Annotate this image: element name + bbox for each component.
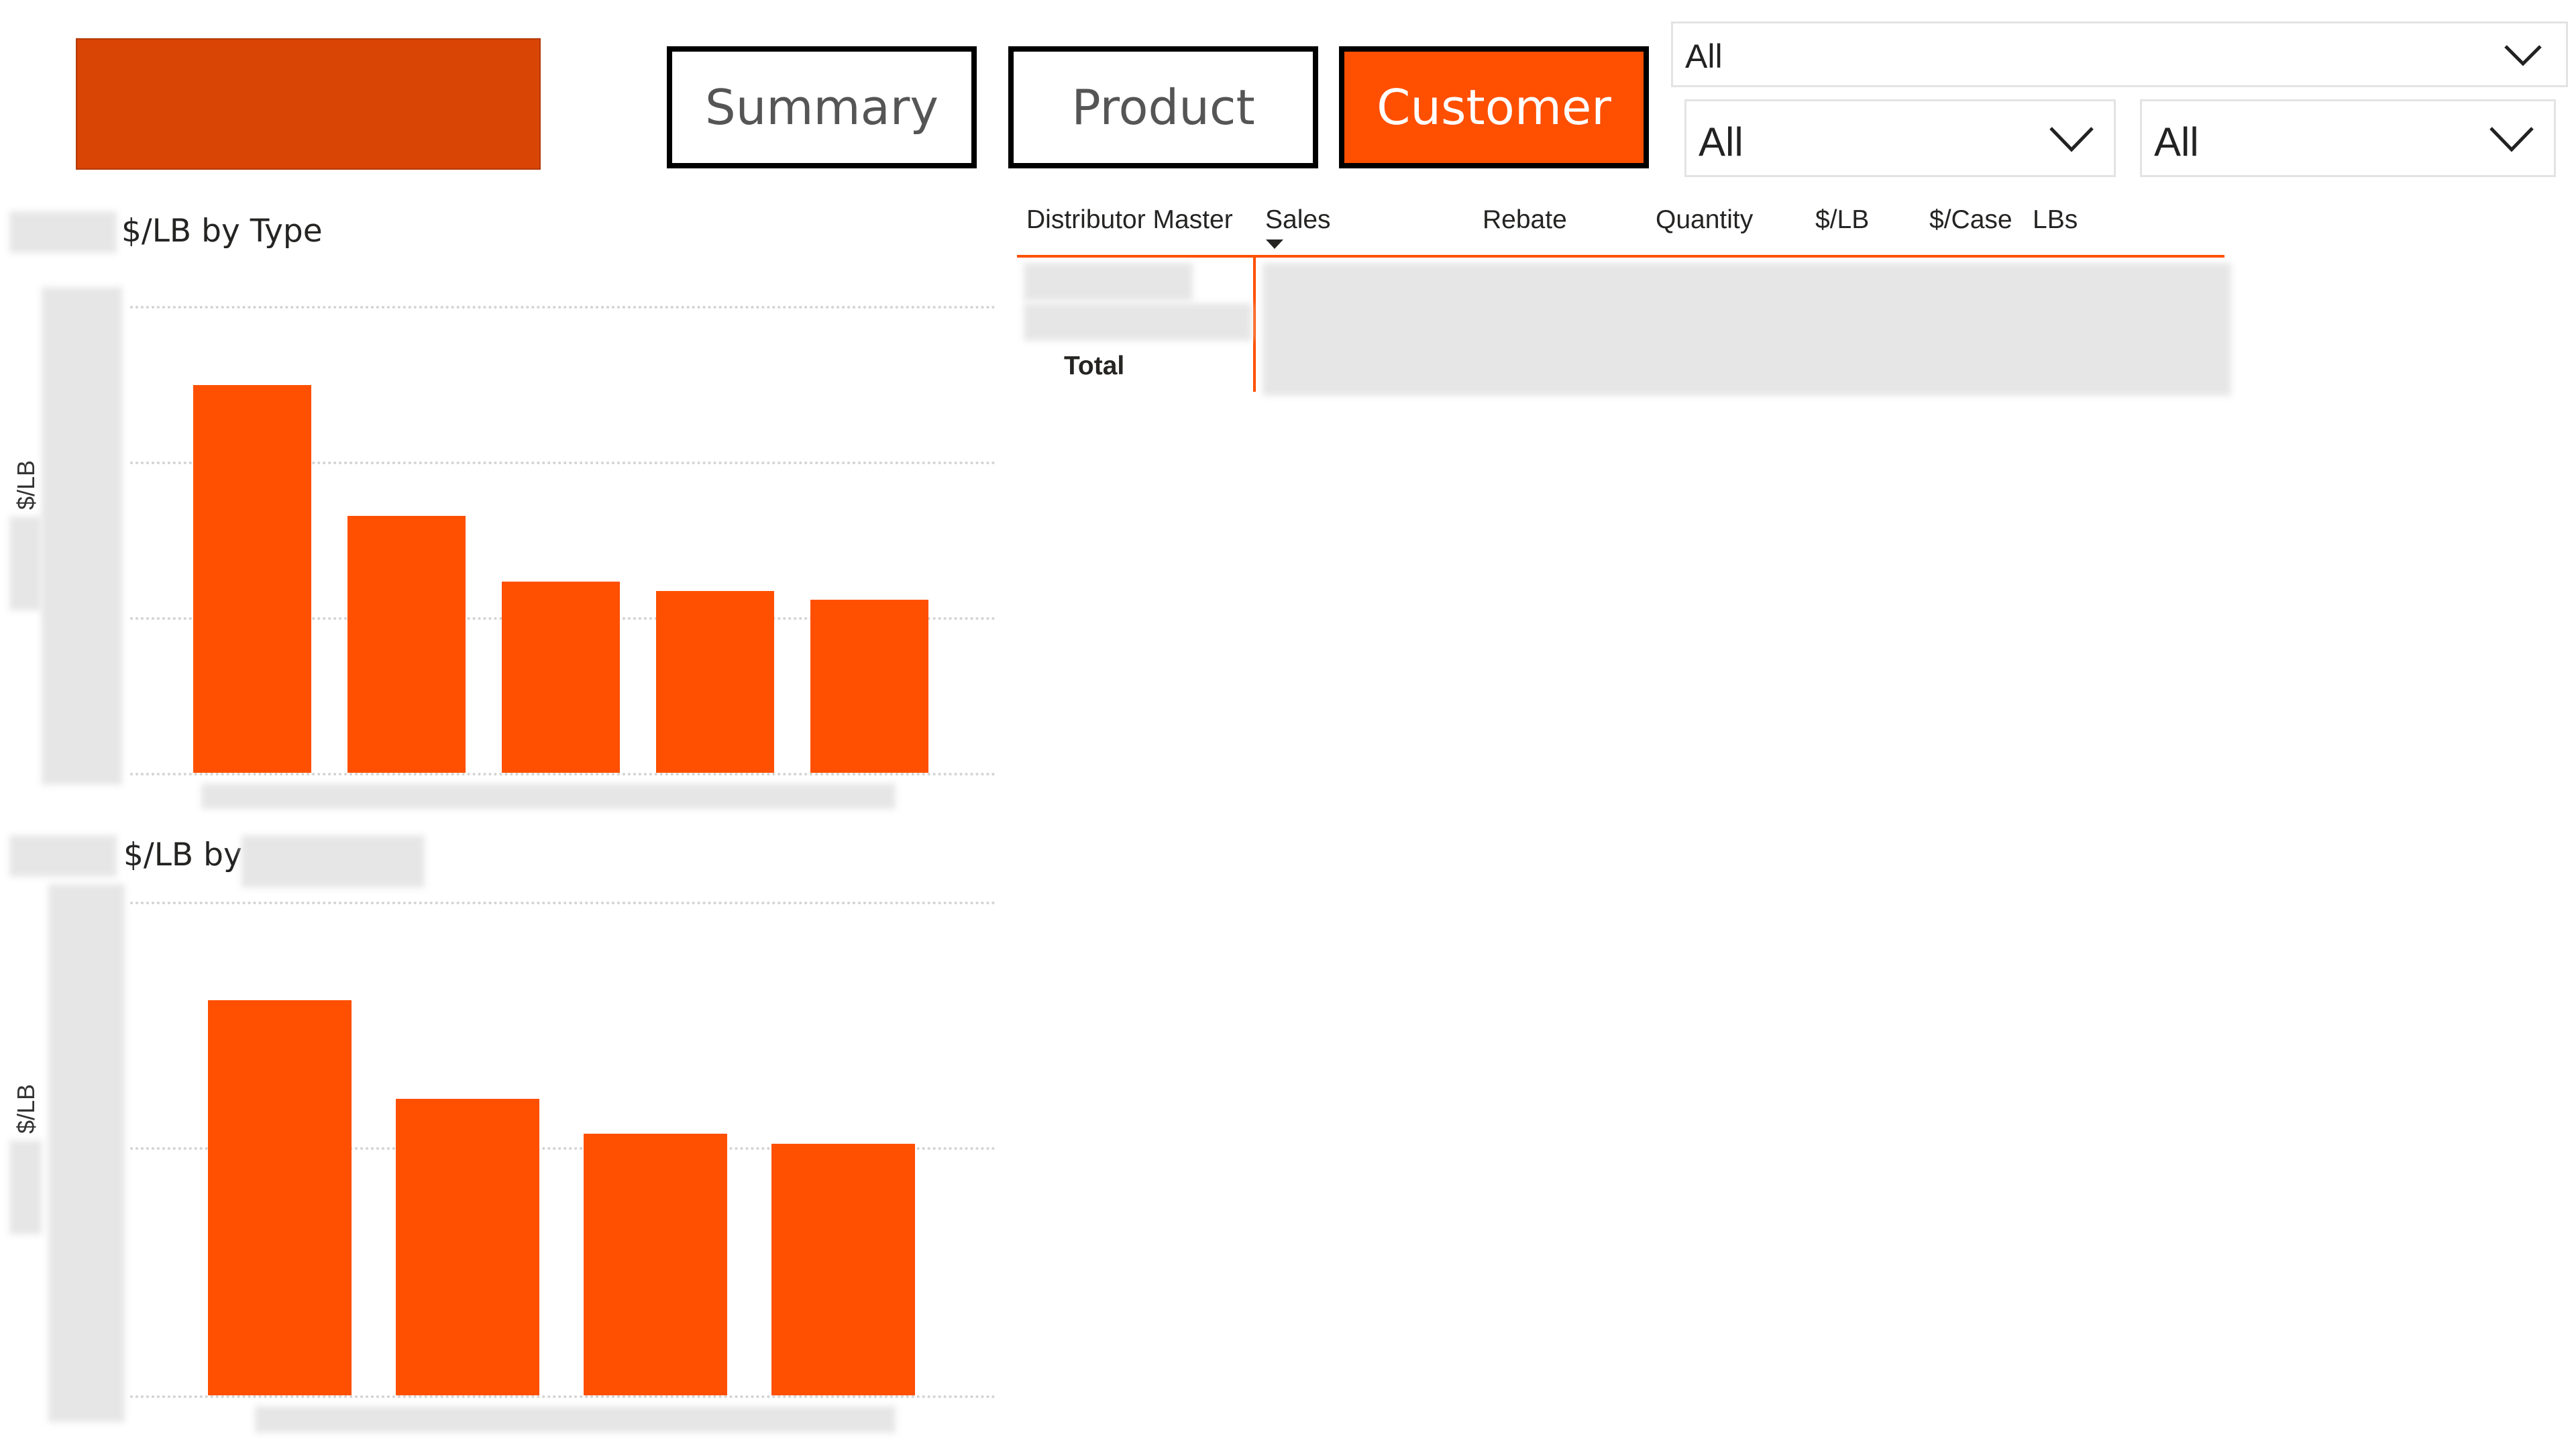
bar-1[interactable]	[193, 385, 311, 773]
redacted-title-suffix	[241, 835, 425, 888]
slicer-left-value: All	[1699, 119, 1743, 164]
chart2-title: $/LB by	[123, 837, 242, 873]
bar-4[interactable]	[771, 1143, 915, 1395]
redacted-y-axis	[48, 884, 125, 1422]
column-divider	[1253, 258, 1256, 392]
redacted-table-values	[1263, 263, 2231, 396]
bar-4[interactable]	[656, 590, 774, 773]
gridline	[130, 306, 996, 309]
redacted-x-axis-labels	[201, 784, 896, 809]
slicer-top-value: All	[1685, 38, 1723, 75]
col-header-sales[interactable]: Sales	[1265, 205, 1331, 235]
total-row-label: Total	[1064, 352, 1125, 380]
slicer-right[interactable]: All	[2140, 99, 2556, 177]
customer-button[interactable]: Customer	[1339, 46, 1649, 168]
header-underline	[1017, 255, 2224, 258]
summary-button[interactable]: Summary	[667, 46, 977, 168]
bar-1[interactable]	[208, 1000, 352, 1395]
redacted-row-label	[1024, 303, 1252, 341]
redacted-title-prefix	[9, 211, 117, 253]
redacted-y-label	[9, 517, 42, 610]
slicer-left[interactable]: All	[1684, 99, 2116, 177]
redacted-row-label	[1024, 263, 1193, 301]
product-button[interactable]: Product	[1008, 46, 1318, 168]
bar-3[interactable]	[584, 1133, 727, 1395]
gridline	[130, 902, 996, 904]
gridline	[130, 1395, 996, 1398]
chevron-down-icon	[2504, 45, 2542, 66]
col-header-rebate[interactable]: Rebate	[1483, 205, 1567, 235]
col-header-dollar-per-case[interactable]: $/Case	[1929, 205, 2012, 235]
bar-3[interactable]	[502, 581, 620, 773]
col-header-distributor-master[interactable]: Distributor Master	[1026, 205, 1233, 235]
col-header-quantity[interactable]: Quantity	[1656, 205, 1753, 235]
chart1-title: $/LB by Type	[121, 213, 323, 250]
chevron-down-icon	[2489, 127, 2534, 152]
col-header-dollar-per-lb[interactable]: $/LB	[1815, 205, 1869, 235]
redacted-title-prefix	[9, 835, 117, 877]
chevron-down-icon	[2049, 127, 2094, 152]
redacted-x-axis-labels	[255, 1406, 896, 1433]
bar-2[interactable]	[396, 1099, 539, 1395]
col-header-lbs[interactable]: LBs	[2033, 205, 2078, 235]
chart2-y-axis-label: $/LB	[12, 1083, 40, 1134]
gridline	[130, 773, 996, 775]
slicer-top[interactable]: All	[1671, 21, 2568, 87]
redacted-y-axis	[42, 287, 122, 785]
company-logo	[76, 38, 541, 170]
bar-2[interactable]	[347, 516, 466, 773]
slicer-right-value: All	[2154, 119, 2199, 164]
bar-5[interactable]	[810, 600, 928, 773]
sort-descending-icon[interactable]	[1265, 238, 1285, 250]
chart1-y-axis-label: $/LB	[12, 460, 40, 510]
redacted-y-label	[9, 1140, 42, 1234]
